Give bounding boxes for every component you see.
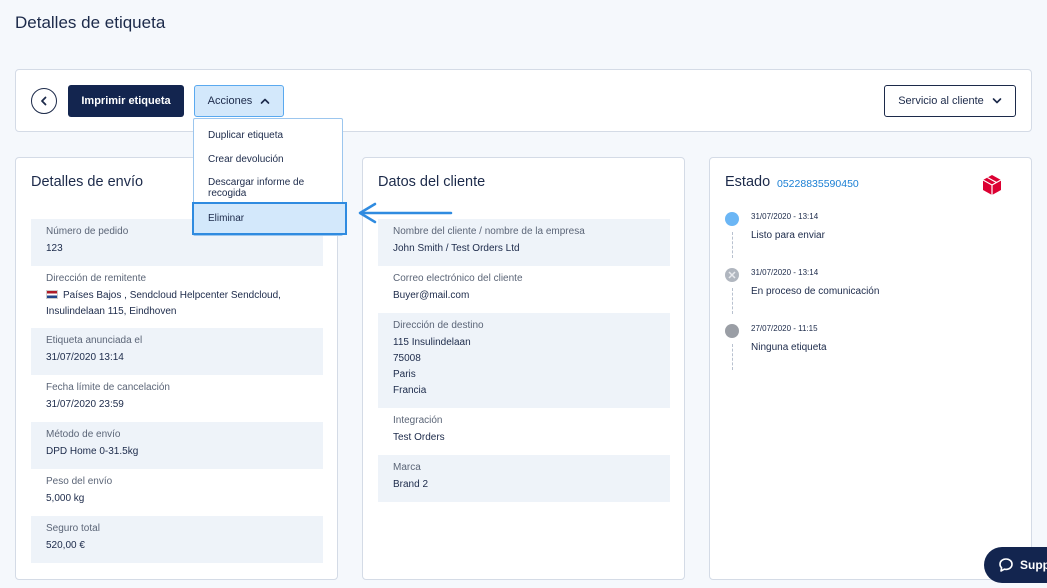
timeline-connector [731,288,733,314]
field-label: Dirección de remitente [46,273,147,284]
field-value: 520,00 € [46,540,85,551]
status-card: Estado 05228835590450 31/07/2020 - 13:14… [709,157,1032,580]
label-toolbar: Imprimir etiqueta Acciones Servicio al c… [15,69,1032,132]
field-sender-address: Dirección de remitente Países Bajos , Se… [31,266,323,328]
status-timeline: 31/07/2020 - 13:14 Listo para enviar 31/… [725,210,1015,378]
support-button[interactable]: Supp [984,547,1047,583]
chat-bubble-icon [999,558,1013,572]
status-dot-icon [725,212,739,226]
sender-address-value-wrap: Países Bajos , Sendcloud Helpcenter Send… [46,288,308,320]
event-label: Ninguna etiqueta [751,342,827,353]
actions-button-label: Acciones [207,95,253,107]
event-date: 27/07/2020 - 11:15 [751,324,818,333]
field-label: Nombre del cliente / nombre de la empres… [393,226,585,237]
field-value: 123 [46,243,63,254]
customer-service-label: Servicio al cliente [898,95,984,107]
status-dot-icon [725,268,739,282]
field-shipping-method: Método de envío DPD Home 0-31.5kg [31,422,323,469]
field-value: Test Orders [393,432,445,443]
field-value: DPD Home 0-31.5kg [46,446,139,457]
status-title: Estado [725,174,771,190]
field-value: 31/07/2020 23:59 [46,399,124,410]
menu-item-delete-label: Eliminar [208,213,245,224]
field-integration: Integración Test Orders [378,408,670,455]
address-line: 115 Insulindelaan [393,337,471,348]
netherlands-flag-icon [46,290,58,299]
chevron-down-icon [992,98,1002,104]
arrow-pointer-icon [358,202,453,224]
field-destination-address: Dirección de destino 115 Insulindelaan 7… [378,313,670,408]
field-label: Etiqueta anunciada el [46,335,143,346]
customer-service-button[interactable]: Servicio al cliente [884,85,1016,117]
field-value: John Smith / Test Orders Ltd [393,243,520,254]
timeline-event: 27/07/2020 - 11:15 Ninguna etiqueta [725,324,1015,378]
menu-item-duplicate-label[interactable]: Duplicar etiqueta [194,130,297,141]
chevron-up-icon [261,98,270,104]
field-value: Países Bajos , Sendcloud Helpcenter Send… [46,290,281,317]
field-customer-email: Correo electrónico del cliente Buyer@mai… [378,266,670,313]
address-line: Francia [393,385,427,396]
field-label: Marca [393,462,421,473]
field-label: Dirección de destino [393,320,484,331]
support-label: Supp [1020,558,1047,572]
chevron-left-icon [41,96,47,106]
field-cancel-deadline: Fecha límite de cancelación 31/07/2020 2… [31,375,323,422]
field-value: Buyer@mail.com [393,290,470,301]
status-dot-icon [725,324,739,338]
print-label-button[interactable]: Imprimir etiqueta [68,85,184,117]
cross-icon [728,271,736,279]
address-line: 75008 [393,353,421,364]
field-value: Brand 2 [393,479,429,490]
actions-dropdown-menu: Duplicar etiqueta Crear devolución Desca… [192,118,347,236]
field-customer-name: Nombre del cliente / nombre de la empres… [378,219,670,266]
field-label: Método de envío [46,429,121,440]
back-button[interactable] [31,88,57,114]
timeline-connector [731,232,733,258]
field-value: 31/07/2020 13:14 [46,352,124,363]
field-label: Peso del envío [46,476,113,487]
page-title: Detalles de etiqueta [15,13,166,32]
timeline-event: 31/07/2020 - 13:14 En proceso de comunic… [725,268,1015,322]
tracking-number-link[interactable]: 05228835590450 [777,178,859,190]
event-date: 31/07/2020 - 13:14 [751,212,819,221]
client-details-title: Datos del cliente [378,174,486,190]
event-date: 31/07/2020 - 13:14 [751,268,819,277]
timeline-connector [731,344,733,370]
field-label-announced: Etiqueta anunciada el 31/07/2020 13:14 [31,328,323,375]
field-weight: Peso del envío 5,000 kg [31,469,323,516]
field-label: Seguro total [46,523,100,534]
field-label: Correo electrónico del cliente [393,273,523,284]
event-label: En proceso de comunicación [751,286,880,297]
shipping-details-title: Detalles de envío [31,174,144,190]
field-label: Fecha límite de cancelación [46,382,170,393]
menu-item-create-return[interactable]: Crear devolución [194,154,298,165]
menu-item-delete[interactable]: Eliminar [192,202,347,235]
actions-button[interactable]: Acciones [194,85,284,117]
field-insurance: Seguro total 520,00 € [31,516,323,563]
timeline-event: 31/07/2020 - 13:14 Listo para enviar [725,212,1015,266]
field-value: 5,000 kg [46,493,85,504]
event-label: Listo para enviar [751,230,825,241]
address-line: Paris [393,369,416,380]
field-label: Integración [393,415,443,426]
menu-item-download-pickup-report[interactable]: Descargar informe de recogida [194,177,334,199]
field-brand: Marca Brand 2 [378,455,670,502]
dpd-cube-icon [982,175,1002,195]
